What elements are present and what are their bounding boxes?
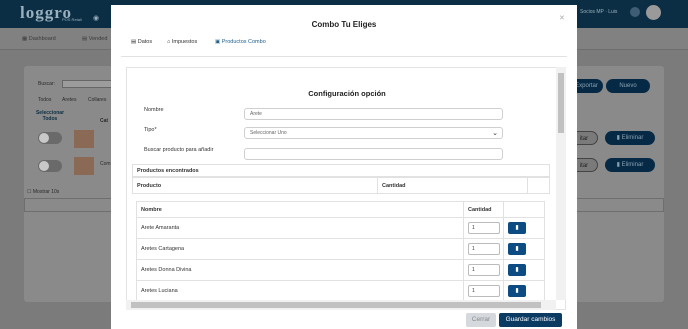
- name-label: Nombre: [144, 107, 164, 113]
- delete-button[interactable]: ▮ Eliminar: [605, 131, 655, 145]
- tab-impuestos-label: Impuestos: [171, 39, 198, 45]
- trash-icon[interactable]: ▮: [508, 243, 526, 255]
- tab-datos[interactable]: ▤ Datos: [131, 39, 152, 45]
- file-icon: ▤: [131, 39, 137, 45]
- lock-icon: ▣: [215, 39, 221, 45]
- items-col-name: Nombre: [136, 201, 464, 218]
- row-toggle[interactable]: [38, 160, 62, 172]
- nav-vendedores-label: Vended: [88, 36, 108, 42]
- show-entries-label: Mostrar 10s: [32, 189, 60, 195]
- close-button[interactable]: Cerrar: [466, 313, 496, 327]
- notification-icon[interactable]: [630, 7, 640, 17]
- product-search-input[interactable]: [244, 148, 503, 160]
- product-thumbnail: [74, 130, 94, 148]
- row-toggle[interactable]: [38, 132, 62, 144]
- item-name: Aretes Donna Divina: [136, 259, 464, 281]
- section-title: Configuración opción: [308, 89, 386, 98]
- close-icon[interactable]: ✕: [559, 14, 565, 22]
- vertical-scrollbar-thumb[interactable]: [558, 73, 564, 133]
- logo-subtitle: POS Retail: [62, 17, 82, 22]
- found-products-box: Productos encontrados Producto Cantidad: [132, 164, 550, 194]
- type-select[interactable]: Seleccionar Uno ⌄: [244, 127, 503, 139]
- horizontal-scrollbar-thumb[interactable]: [131, 302, 541, 308]
- found-col-qty: Cantidad: [377, 177, 528, 194]
- combo-items-table: Nombre Cantidad Arete Amaranta 1 ▮ Arete…: [136, 201, 545, 302]
- combo-modal: Combo Tu Eliges ✕ ▤ Datos ⌂ Impuestos ▣ …: [111, 5, 577, 329]
- table-row: Aretes Cartagena 1 ▮: [136, 238, 545, 260]
- name-field[interactable]: Arete: [244, 108, 503, 120]
- column-cat: Cat: [100, 118, 109, 124]
- select-all-label[interactable]: Seleccionar Todos: [32, 110, 68, 122]
- tab-productos-combo-label: Productos Combo: [221, 39, 266, 45]
- type-select-value: Seleccionar Uno: [250, 130, 287, 136]
- type-label: Tipo*: [144, 127, 157, 133]
- search-label: Buscar:: [38, 81, 55, 87]
- items-col-actions: [503, 201, 545, 218]
- qty-input[interactable]: 1: [468, 243, 500, 255]
- trash-icon[interactable]: ▮: [508, 222, 526, 234]
- option-config-panel: Configuración opción Nombre Arete Tipo* …: [126, 67, 566, 310]
- new-button[interactable]: Nuevo: [606, 79, 650, 93]
- eye-icon: ◉: [93, 15, 100, 22]
- avatar[interactable]: [646, 5, 661, 20]
- product-thumbnail: [74, 157, 94, 175]
- product-search-label: Buscar producto para añadir: [144, 147, 214, 153]
- trash-icon[interactable]: ▮: [508, 285, 526, 297]
- filter-aretes[interactable]: Aretes: [62, 97, 76, 103]
- qty-input[interactable]: 1: [468, 285, 500, 297]
- modal-title: Combo Tu Eliges: [311, 20, 377, 29]
- filter-todos[interactable]: Todos: [38, 97, 51, 103]
- nav-vendedores[interactable]: ▤ Vended: [82, 36, 107, 42]
- table-row: Aretes Donna Divina 1 ▮: [136, 259, 545, 281]
- found-col-empty: [527, 177, 550, 194]
- bank-icon: ⌂: [167, 39, 171, 45]
- found-products-table: Producto Cantidad: [132, 177, 550, 194]
- user-info[interactable]: Socios MP · Luis: [580, 9, 617, 15]
- delete-button-label: Eliminar: [621, 162, 644, 168]
- table-row: Aretes Luciana 1 ▮: [136, 280, 545, 302]
- delete-button-label: Eliminar: [621, 135, 644, 141]
- show-entries[interactable]: ☐ Mostrar 10s: [27, 189, 59, 195]
- tab-impuestos[interactable]: ⌂ Impuestos: [167, 39, 197, 45]
- delete-button[interactable]: ▮ Eliminar: [605, 158, 655, 172]
- found-col-product: Producto: [132, 177, 378, 194]
- row-name: Com: [100, 161, 111, 167]
- items-col-qty: Cantidad: [463, 201, 504, 218]
- item-name: Arete Amaranta: [136, 217, 464, 239]
- found-products-title: Productos encontrados: [132, 164, 550, 177]
- bg-search-input[interactable]: [62, 80, 112, 88]
- save-button[interactable]: Guardar cambios: [499, 313, 562, 327]
- nav-dashboard[interactable]: ▦ Dashboard: [22, 36, 56, 42]
- chevron-down-icon: ⌄: [492, 130, 498, 137]
- tab-datos-label: Datos: [137, 39, 153, 45]
- item-name: Aretes Cartagena: [136, 238, 464, 260]
- nav-dashboard-label: Dashboard: [28, 36, 56, 42]
- qty-input[interactable]: 1: [468, 222, 500, 234]
- trash-icon[interactable]: ▮: [508, 264, 526, 276]
- item-name: Aretes Luciana: [136, 280, 464, 302]
- tab-productos-combo[interactable]: ▣ Productos Combo: [215, 39, 266, 45]
- table-row: Arete Amaranta 1 ▮: [136, 217, 545, 239]
- qty-input[interactable]: 1: [468, 264, 500, 276]
- filter-collares[interactable]: Collares: [88, 97, 106, 103]
- tabs-divider: [121, 56, 567, 57]
